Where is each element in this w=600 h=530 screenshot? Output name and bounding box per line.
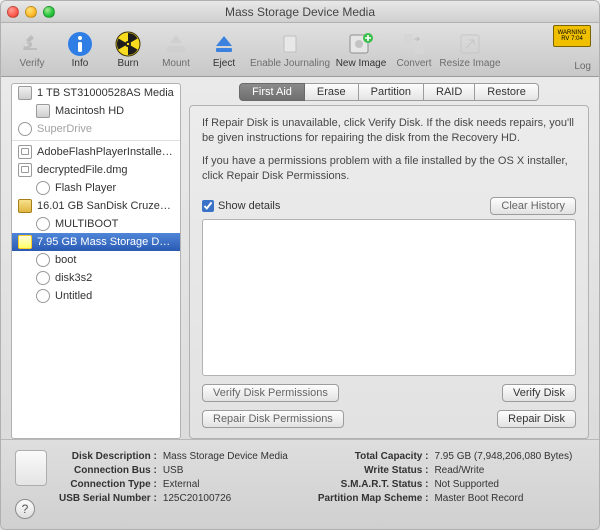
toolbar-label: Eject <box>213 58 235 69</box>
new-image-icon <box>347 30 375 58</box>
tab-restore[interactable]: Restore <box>475 83 539 101</box>
tab-erase[interactable]: Erase <box>305 83 359 101</box>
sidebar-item-label: 1 TB ST31000528AS Media <box>37 87 174 99</box>
verify-disk-permissions-button[interactable]: Verify Disk Permissions <box>202 384 339 402</box>
sidebar-item[interactable]: 16.01 GB SanDisk Cruze… <box>12 197 180 215</box>
sidebar-item[interactable]: AdobeFlashPlayerInstalle… <box>12 143 180 161</box>
sidebar-item[interactable]: Flash Player <box>12 179 180 197</box>
eject-button[interactable]: Eject <box>201 25 247 75</box>
main-panel: First AidErasePartitionRAIDRestore If Re… <box>185 77 599 439</box>
new-image-button[interactable]: New Image <box>333 25 389 75</box>
sidebar-item-label: boot <box>55 254 76 266</box>
tab-partition[interactable]: Partition <box>359 83 424 101</box>
sidebar-item-label: SuperDrive <box>37 123 92 135</box>
help-button[interactable]: ? <box>15 499 35 519</box>
resize-icon <box>456 30 484 58</box>
warning-badge: WARNINGRV 7:04 <box>553 25 591 47</box>
dmg-icon <box>18 163 32 177</box>
toolbar-label: Enable Journaling <box>250 58 330 69</box>
sidebar-item[interactable]: MULTIBOOT <box>12 215 180 233</box>
mount-icon <box>162 30 190 58</box>
hdd-y-icon <box>18 235 32 249</box>
ext-icon <box>36 253 50 267</box>
hdd-icon <box>18 86 32 100</box>
toolbar-label: Info <box>72 58 89 69</box>
log-area[interactable] <box>202 219 576 376</box>
zoom-button[interactable] <box>43 6 55 18</box>
show-details-label: Show details <box>218 200 280 212</box>
convert-icon <box>400 30 428 58</box>
verify-button[interactable]: Verify <box>9 25 55 75</box>
window-title: Mass Storage Device Media <box>1 5 599 19</box>
hint-text: If you have a permissions problem with a… <box>202 154 576 184</box>
hint-text: If Repair Disk is unavailable, click Ver… <box>202 116 576 146</box>
toolbar-right: WARNINGRV 7:04 Log <box>553 25 591 72</box>
close-button[interactable] <box>7 6 19 18</box>
eject-icon <box>210 30 238 58</box>
traffic-lights <box>7 6 55 18</box>
toolbar-label: New Image <box>336 58 387 69</box>
sidebar-item-label: decryptedFile.dmg <box>37 164 128 176</box>
sidebar-item-label: 16.01 GB SanDisk Cruze… <box>37 200 171 212</box>
resize-image-button[interactable]: Resize Image <box>439 25 501 75</box>
disc-icon <box>18 122 32 136</box>
radiation-icon <box>114 30 142 58</box>
sidebar-item-label: Untitled <box>55 290 92 302</box>
tab-raid[interactable]: RAID <box>424 83 475 101</box>
sidebar-item[interactable]: boot <box>12 251 180 269</box>
footer-left: Disk Description :Mass Storage Device Me… <box>59 450 288 506</box>
toolbar-label: Resize Image <box>439 58 500 69</box>
footer-right: Total Capacity :7.95 GB (7,948,206,080 B… <box>318 450 572 506</box>
sidebar-item[interactable]: disk3s2 <box>12 269 180 287</box>
minimize-button[interactable] <box>25 6 37 18</box>
burn-button[interactable]: Burn <box>105 25 151 75</box>
repair-disk-permissions-button[interactable]: Repair Disk Permissions <box>202 410 344 428</box>
sidebar-item[interactable]: decryptedFile.dmg <box>12 161 180 179</box>
mount-button[interactable]: Mount <box>153 25 199 75</box>
sidebar-item[interactable]: Macintosh HD <box>12 102 180 120</box>
repair-disk-button[interactable]: Repair Disk <box>497 410 576 428</box>
ext-icon <box>36 181 50 195</box>
sidebar-item-label: MULTIBOOT <box>55 218 118 230</box>
info-button[interactable]: Info <box>57 25 103 75</box>
sidebar-item-label: disk3s2 <box>55 272 92 284</box>
sidebar-item[interactable]: 1 TB ST31000528AS Media <box>12 84 180 102</box>
show-details-checkbox[interactable] <box>202 200 214 212</box>
hdd-icon <box>36 104 50 118</box>
ext-icon <box>36 271 50 285</box>
tab-first-aid[interactable]: First Aid <box>239 83 305 101</box>
tabs: First AidErasePartitionRAIDRestore <box>189 83 589 101</box>
ext-icon <box>36 217 50 231</box>
disk-utility-window: Mass Storage Device Media Verify Info Bu… <box>0 0 600 530</box>
journal-icon <box>276 30 304 58</box>
sidebar[interactable]: 1 TB ST31000528AS Media Macintosh HD Super… <box>11 83 181 439</box>
microscope-icon <box>18 30 46 58</box>
first-aid-panel: If Repair Disk is unavailable, click Ver… <box>189 105 589 439</box>
footer: Disk Description :Mass Storage Device Me… <box>1 439 599 529</box>
toolbar-label: Mount <box>162 58 190 69</box>
clear-history-button[interactable]: Clear History <box>490 197 576 215</box>
sidebar-item[interactable]: SuperDrive <box>12 120 180 138</box>
sidebar-item-label: Macintosh HD <box>55 105 124 117</box>
sidebar-item[interactable]: Untitled <box>12 287 180 305</box>
toolbar-label: Burn <box>117 58 138 69</box>
content: 1 TB ST31000528AS Media Macintosh HD Super… <box>1 77 599 439</box>
hdd-y-icon <box>18 199 32 213</box>
verify-disk-button[interactable]: Verify Disk <box>502 384 576 402</box>
convert-button[interactable]: Convert <box>391 25 437 75</box>
disk-icon <box>15 450 47 486</box>
toolbar-label: Convert <box>396 58 431 69</box>
sidebar-item[interactable]: 7.95 GB Mass Storage D… <box>12 233 180 251</box>
ext-icon <box>36 289 50 303</box>
sidebar-item-label: AdobeFlashPlayerInstalle… <box>37 146 173 158</box>
dmg-icon <box>18 145 32 159</box>
sidebar-item-label: 7.95 GB Mass Storage D… <box>37 236 170 248</box>
titlebar: Mass Storage Device Media <box>1 1 599 23</box>
enable-journaling-button[interactable]: Enable Journaling <box>249 25 331 75</box>
sidebar-item-label: Flash Player <box>55 182 116 194</box>
info-icon <box>66 30 94 58</box>
toolbar: Verify Info Burn Mount Eject <box>1 23 599 77</box>
toolbar-label: Verify <box>19 58 44 69</box>
log-button[interactable]: Log <box>553 61 591 72</box>
